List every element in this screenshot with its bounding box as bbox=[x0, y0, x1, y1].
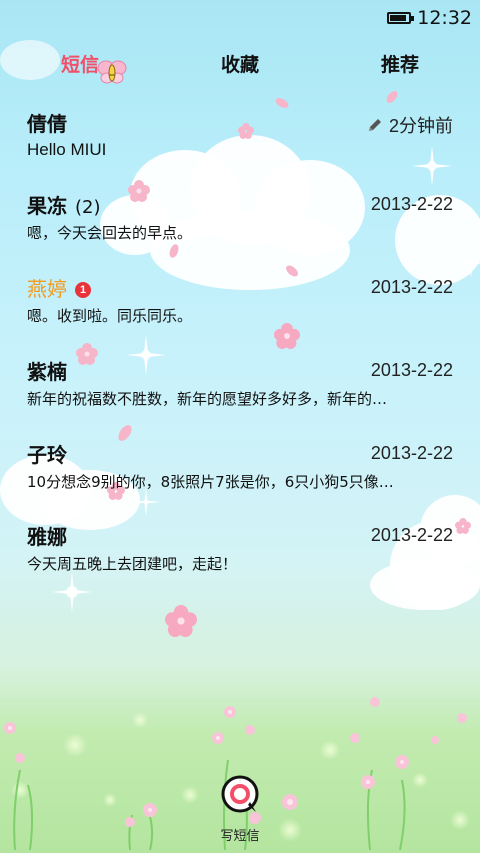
compose-button[interactable]: 写短信 bbox=[210, 775, 270, 845]
conversation-row[interactable]: 果冻 (2) 2013-2-22 嗯，今天会回去的早点。 bbox=[0, 182, 480, 264]
row-time-group: 2分钟前 bbox=[367, 112, 453, 138]
message-time: 2013-2-22 bbox=[370, 277, 453, 297]
contact-name: 紫楠 bbox=[27, 360, 67, 384]
message-time: 2013-2-22 bbox=[370, 443, 453, 463]
message-count: (2) bbox=[75, 197, 101, 218]
tab-favorites[interactable]: 收藏 bbox=[221, 50, 259, 77]
pencil-icon bbox=[368, 119, 381, 131]
unread-badge: 1 bbox=[75, 282, 91, 298]
message-preview: 今天周五晚上去团建吧，走起！ bbox=[27, 555, 238, 573]
message-preview: Hello MIUI bbox=[27, 140, 107, 159]
conversation-row[interactable]: 子玲 2013-2-22 10分想念9别的你，8张照片7张是你，6只小狗5只像… bbox=[0, 431, 480, 513]
conversation-row[interactable]: 紫楠 2013-2-22 新年的祝福数不胜数，新年的愿望好多好多，新年的… bbox=[0, 348, 480, 430]
message-time: 2013-2-22 bbox=[370, 194, 453, 214]
message-time: 2013-2-22 bbox=[370, 360, 453, 380]
contact-name: 倩倩 bbox=[27, 112, 67, 136]
conversation-row[interactable]: 雅娜 2013-2-22 今天周五晚上去团建吧，走起！ bbox=[0, 513, 480, 595]
message-time: 2013-2-22 bbox=[370, 525, 453, 545]
battery-icon bbox=[387, 12, 415, 24]
message-bubble-icon bbox=[221, 775, 259, 813]
message-preview: 嗯，今天会回去的早点。 bbox=[27, 224, 193, 242]
conversation-row[interactable]: 倩倩 2分钟前 Hello MIUI bbox=[0, 100, 480, 182]
contact-name-group: 燕婷 1 bbox=[27, 273, 91, 302]
status-bar: 12:32 bbox=[0, 0, 480, 36]
butterfly-icon bbox=[97, 60, 127, 84]
tab-bar: 短信 收藏 推荐 bbox=[0, 44, 480, 88]
battery-level bbox=[390, 15, 406, 21]
conversation-row[interactable]: 燕婷 1 2013-2-22 嗯。收到啦。同乐同乐。 bbox=[0, 265, 480, 347]
contact-name: 果冻 bbox=[27, 194, 67, 218]
message-preview: 嗯。收到啦。同乐同乐。 bbox=[27, 307, 193, 325]
status-clock: 12:32 bbox=[417, 7, 472, 29]
message-preview: 10分想念9别的你，8张照片7张是你，6只小狗5只像… bbox=[27, 473, 394, 491]
tab-messages[interactable]: 短信 bbox=[61, 50, 99, 77]
contact-name: 雅娜 bbox=[27, 525, 67, 549]
contact-name-group: 果冻 (2) bbox=[27, 190, 101, 219]
message-time: 2分钟前 bbox=[388, 116, 453, 136]
compose-label: 写短信 bbox=[220, 829, 260, 844]
contact-name: 燕婷 bbox=[27, 277, 67, 301]
contact-name: 子玲 bbox=[27, 443, 67, 467]
tab-recommend[interactable]: 推荐 bbox=[381, 50, 419, 77]
message-preview: 新年的祝福数不胜数，新年的愿望好多好多，新年的… bbox=[27, 390, 388, 408]
